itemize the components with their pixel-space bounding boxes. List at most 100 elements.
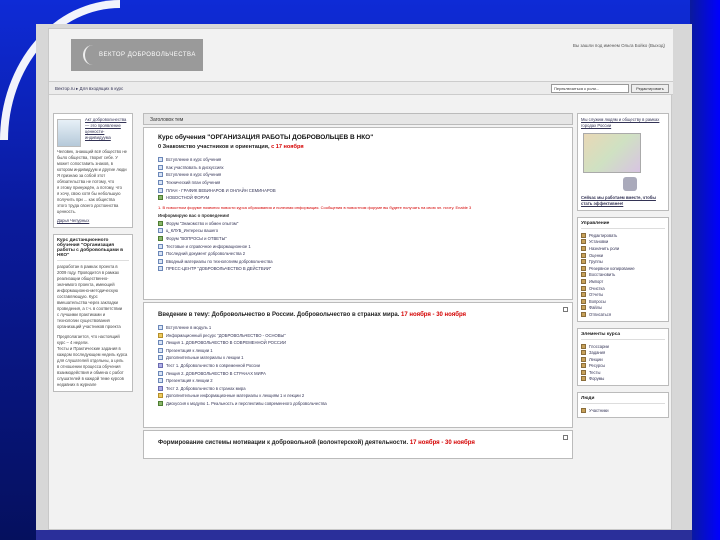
activity-link[interactable]: ц_КЛУБ_Интересы вашего <box>158 227 562 235</box>
activity-link[interactable]: Технический план обучения <box>158 179 562 187</box>
activity-label: НОВОСТНОЙ ФОРУМ <box>166 195 210 201</box>
activity-link[interactable]: Дискуссия к модулю 1. Реальность и персп… <box>158 400 562 408</box>
activity-link[interactable]: Вступление в курс обучения <box>158 171 562 179</box>
activity-label: Тест 2. Добровольчество в странах мира <box>166 385 246 391</box>
quote-author[interactable]: Дарья Чепурных <box>57 218 129 224</box>
activity-label: Дискуссия к модулю 1. Реальность и персп… <box>166 400 327 406</box>
activity-link[interactable]: Вводный материалы по технологиям доброво… <box>158 258 562 266</box>
menu-item[interactable]: Тесты <box>581 369 665 376</box>
breadcrumb[interactable]: Вектор.ru ▸ Для входящих в курс <box>55 86 123 92</box>
map-caption[interactable]: Мы служим людям и обществу в рамках горо… <box>581 117 665 129</box>
menu-item[interactable]: Файлы <box>581 305 665 312</box>
activity-link[interactable]: ПЛАН - ГРАФИК ВЕБИНАРОВ И ОНЛАЙН СЕМИНАР… <box>158 186 562 194</box>
activity-label: Презентация к лекции 2 <box>166 378 213 384</box>
activity-link[interactable]: Форум "ВОПРОСЫ и ОТВЕТЫ" <box>158 235 562 243</box>
section-intro: Курс обучения "ОРГАНИЗАЦИЯ РАБОТЫ ДОБРОВ… <box>143 127 573 300</box>
menu-item-icon <box>581 292 586 298</box>
activity-link[interactable]: Тест 1. Добровольчество в современной Ро… <box>158 362 562 370</box>
course-info-body: разработан в рамках проекта в 2009 году. … <box>57 264 129 330</box>
russia-map-image <box>583 133 641 173</box>
menu-item-icon <box>581 272 586 278</box>
forum-activity-list: Форум "Знакомство и обмен опытом" ц_КЛУБ_… <box>158 220 562 273</box>
activity-link[interactable]: Последний документ добровольчества 2 <box>158 250 562 258</box>
doc-icon <box>158 378 163 384</box>
login-info[interactable]: Вы зашли под именем Ольга Бойко (Выход) <box>573 43 665 48</box>
switch-role-select[interactable]: Переключиться к роли... <box>551 84 629 93</box>
activity-link[interactable]: Лекция 1. ДОБРОВОЛЬЧЕСТВО В СОВРЕМЕННОЙ … <box>158 339 562 347</box>
menu-item[interactable]: Отчеты <box>581 291 665 298</box>
menu-item-icon <box>581 259 586 265</box>
section-toggle-icon[interactable] <box>563 306 568 312</box>
menu-item[interactable]: Группы <box>581 258 665 265</box>
topic2-title: Формирование системы мотивации к доброво… <box>158 440 475 447</box>
menu-item[interactable]: Редактировать <box>581 232 665 239</box>
news-note: 1. В новостном форуме появятся новости к… <box>158 204 472 210</box>
menu-item[interactable]: Участники <box>581 407 665 414</box>
menu-item-label: Группы <box>589 259 603 265</box>
activity-link[interactable]: Вступление в модуль 1 <box>158 324 562 332</box>
doc-icon <box>158 258 163 264</box>
activity-label: Лекция 1. ДОБРОВОЛЬЧЕСТВО В СОВРЕМЕННОЙ … <box>166 340 286 346</box>
menu-item-label: Участники <box>589 408 609 414</box>
activity-label: Технический план обучения <box>166 180 221 186</box>
quote-block: Акт добровольчества — это проявление цен… <box>53 113 133 228</box>
activity-link[interactable]: Дополнительные информационные материалы … <box>158 392 562 400</box>
menu-item[interactable]: Очистка <box>581 285 665 292</box>
invite-note: Информирую вас о проведении! <box>158 212 230 218</box>
activity-link[interactable]: Тестовые и справочное информационное 1 <box>158 242 562 250</box>
menu-item-icon <box>581 343 586 349</box>
menu-item-label: Отписаться <box>589 311 612 317</box>
activity-label: ПРЕСС-ЦЕНТР "ДОБРОВОЛЬЧЕСТВО В ДЕЙСТВИИ" <box>166 266 272 272</box>
activity-link[interactable]: Форум "Знакомство и обмен опытом" <box>158 220 562 228</box>
activity-link[interactable]: Презентация к лекции 1 <box>158 347 562 355</box>
menu-item[interactable]: Лекции <box>581 356 665 363</box>
menu-item-icon <box>581 239 586 245</box>
menu-item[interactable]: Резервное копирование <box>581 265 665 272</box>
activity-label: Лекция 2. ДОБРОВОЛЬЧЕСТВО В СТРАНАХ МИРА <box>166 370 266 376</box>
activity-link[interactable]: Вступление в курс обучения <box>158 156 562 164</box>
activity-link[interactable]: ПРЕСС-ЦЕНТР "ДОБРОВОЛЬЧЕСТВО В ДЕЙСТВИИ" <box>158 265 562 273</box>
menu-item-icon <box>581 350 586 356</box>
activity-link[interactable]: Лекция 2. ДОБРОВОЛЬЧЕСТВО В СТРАНАХ МИРА <box>158 369 562 377</box>
menu-item[interactable]: Восстановить <box>581 272 665 279</box>
site-header: ВЕКТОР ДОБРОВОЛЬЧЕСТВА Вы зашли под имен… <box>49 29 673 81</box>
topic1-activity-list: Вступление в модуль 1 Информационный ресу… <box>158 324 562 408</box>
doc-icon <box>158 228 163 234</box>
menu-item[interactable]: Форумы <box>581 376 665 383</box>
menu-item[interactable]: Ресурсы <box>581 363 665 370</box>
course-info-block: Курс дистанционного обучения "Организаци… <box>53 234 133 392</box>
menu-item-label: Восстановить <box>589 272 616 278</box>
menu-item[interactable]: Глоссарии <box>581 343 665 350</box>
activity-label: Дополнительные материалы к лекции 1 <box>166 355 244 361</box>
menu-item-icon <box>581 311 586 317</box>
menu-item[interactable]: Отписаться <box>581 311 665 318</box>
edit-button[interactable]: Редактировать <box>631 84 669 93</box>
menu-item-icon <box>581 356 586 362</box>
menu-item-label: Оценки <box>589 252 604 258</box>
doc-icon <box>158 370 163 376</box>
site-logo[interactable]: ВЕКТОР ДОБРОВОЛЬЧЕСТВА <box>71 39 203 71</box>
activity-link[interactable]: НОВОСТНОЙ ФОРУМ <box>158 194 562 202</box>
activity-link[interactable]: Презентация к лекции 2 <box>158 377 562 385</box>
right-column: Мы служим людям и обществу в рамках горо… <box>577 113 669 424</box>
menu-item[interactable]: Вопросы <box>581 298 665 305</box>
menu-item[interactable]: Установки <box>581 239 665 246</box>
activity-link[interactable]: Тест 2. Добровольчество в странах мира <box>158 384 562 392</box>
menu-item[interactable]: Назначить роли <box>581 245 665 252</box>
section-toggle-icon[interactable] <box>563 435 568 441</box>
logo-text: ВЕКТОР ДОБРОВОЛЬЧЕСТВА <box>99 52 196 58</box>
menu-item[interactable]: Импорт <box>581 278 665 285</box>
menu-item[interactable]: Оценки <box>581 252 665 259</box>
activity-link[interactable]: Информационный ресурс "ДОБРОВОЛЬЧЕСТВО -… <box>158 331 562 339</box>
volunteer-photo <box>57 119 81 147</box>
slide-edge-glow <box>690 0 720 540</box>
menu-item-icon <box>581 232 586 238</box>
menu-item[interactable]: Задания <box>581 349 665 356</box>
map-link[interactable]: Сейчас мы работаем вместе, чтобы стать э… <box>581 195 665 207</box>
topics-header: Заголовок тем <box>143 113 573 125</box>
activity-link[interactable]: Дополнительные материалы к лекции 1 <box>158 354 562 362</box>
doc-icon <box>158 251 163 257</box>
activity-link[interactable]: Как участвовать в дискуссиях <box>158 164 562 172</box>
doc-icon <box>158 172 163 178</box>
admin-title: Управление <box>581 221 665 229</box>
